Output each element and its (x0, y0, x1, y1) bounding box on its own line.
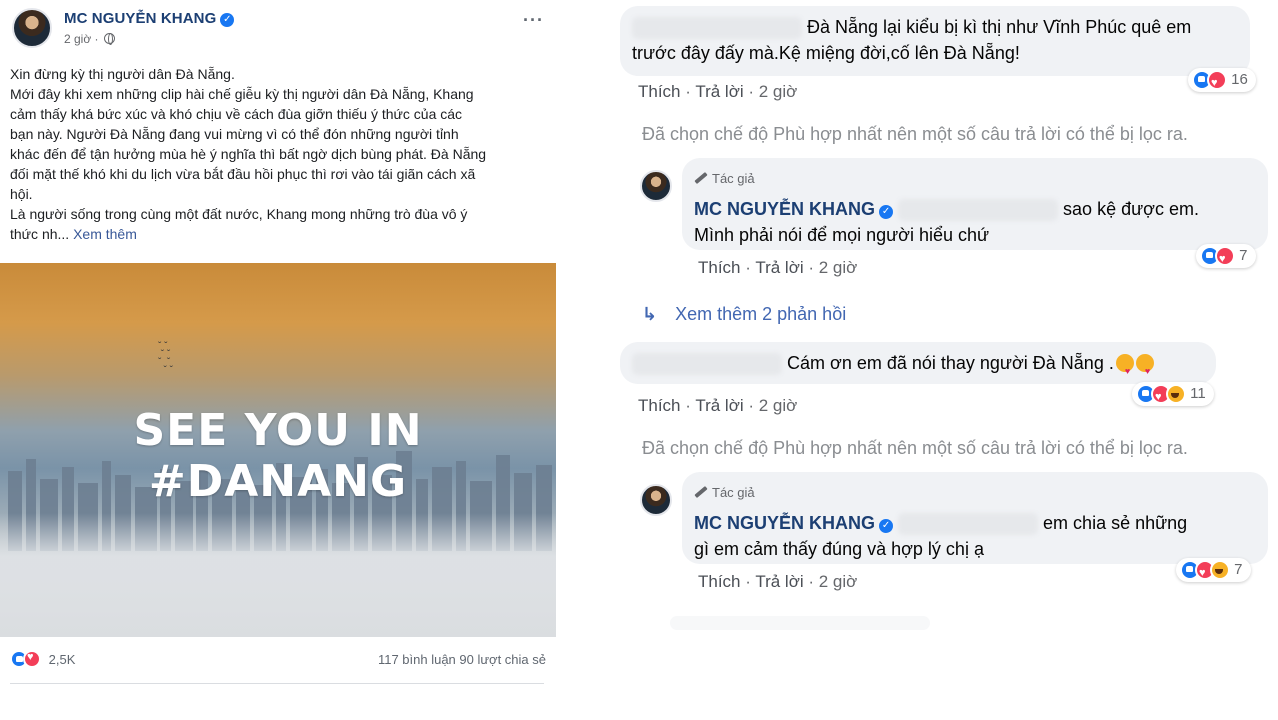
reaction-count: 7 (1234, 561, 1243, 578)
pen-icon (694, 171, 708, 185)
reply-bubble: Tác giả MC NGUYỄN KHANG ✓ sao kệ được em.… (682, 158, 1268, 250)
view-more-label[interactable]: Xem thêm 2 phản hồi (675, 304, 846, 324)
author-name-row[interactable]: MC NGUYỄN KHANG ✓ (64, 10, 235, 27)
reply-link[interactable]: Trả lời (755, 572, 803, 591)
comments-section: Đà Nẵng lại kiểu bị kì thị như Vĩnh Phúc… (620, 0, 1278, 720)
see-more-link[interactable]: Xem thêm (73, 226, 137, 242)
reply-actions: Thích · Trả lời · 2 giờ (698, 572, 858, 591)
author-tag: Tác giả (694, 166, 1256, 192)
filter-note: Đã chọn chế độ Phù hợp nhất nên một số c… (642, 438, 1188, 458)
reply-text: sao kệ được em. (1063, 199, 1199, 219)
heart-face-emoji-icon (1135, 354, 1154, 384)
reaction-count: 16 (1231, 71, 1248, 88)
blurred-name (632, 17, 802, 40)
author-name[interactable]: MC NGUYỄN KHANG (64, 10, 216, 27)
reply-author-name[interactable]: MC NGUYỄN KHANG (694, 513, 875, 533)
comment-bubble: Cám ơn em đã nói thay người Đà Nẵng . (620, 342, 1216, 384)
author-tag-label: Tác giả (712, 485, 755, 500)
reply-link[interactable]: Trả lời (755, 258, 803, 277)
reply-time[interactable]: 2 giờ (819, 258, 858, 277)
comment-text: Cám ơn em đã nói thay người Đà Nẵng . (787, 353, 1114, 373)
reply-bubble: Tác giả MC NGUYỄN KHANG ✓ em chia sẻ nhữn… (682, 472, 1268, 564)
blurred-mention (898, 513, 1039, 536)
verified-badge-icon: ✓ (879, 519, 894, 533)
birds-decoration: ˇ ˇ ˇ ˇˇ ˇ ˇ ˇ (158, 341, 173, 376)
post-line: bạn này. Người Đà Nẵng đang vui mừng vì … (10, 126, 459, 142)
globe-icon (103, 33, 115, 45)
haha-reaction-icon (1210, 560, 1230, 581)
post-card: MC NGUYỄN KHANG ✓ 2 giờ · ··· Xin đừng kỳ… (0, 0, 556, 720)
reply-text: gì em cảm thấy đúng và hợp lý chị ạ (694, 539, 984, 559)
comment-time[interactable]: 2 giờ (759, 396, 798, 415)
reply-author-name[interactable]: MC NGUYỄN KHANG (694, 199, 875, 219)
reply-link[interactable]: Trả lời (695, 396, 743, 415)
reply-time[interactable]: 2 giờ (819, 572, 858, 591)
comment-bubble: Đà Nẵng lại kiểu bị kì thị như Vĩnh Phúc… (620, 6, 1250, 76)
like-link[interactable]: Thích (638, 396, 681, 415)
comment-line-row: Đà Nẵng lại kiểu bị kì thị như Vĩnh Phúc… (632, 14, 1238, 40)
filter-note: Đã chọn chế độ Phù hợp nhất nên một số c… (642, 124, 1188, 144)
like-link[interactable]: Thích (698, 258, 741, 277)
view-more-replies[interactable]: ↳ Xem thêm 2 phản hồi (642, 304, 846, 325)
haha-reaction-icon (1166, 384, 1186, 405)
post-line: khác đến để tận hưởng mùa hè ý nghĩa thì… (10, 146, 487, 162)
love-reaction-icon (1207, 70, 1227, 95)
reply-reactions[interactable]: 7 (1196, 244, 1256, 271)
image-headline: SEE YOU IN #DANANG (133, 405, 423, 507)
author-avatar[interactable] (12, 8, 52, 48)
post-line: Mới đây khi xem những clip hài chế giễu … (10, 86, 474, 102)
pen-icon (694, 485, 708, 499)
blurred-mention (898, 199, 1059, 222)
blurred-name (632, 353, 782, 376)
post-footer: 2,5K 117 bình luận 90 lượt chia sẻ (10, 648, 546, 672)
reply-reactions[interactable]: 7 (1176, 558, 1251, 585)
post-image[interactable]: ˇ ˇ ˇ ˇˇ ˇ ˇ ˇ SEE YOU IN #DANANG (0, 263, 556, 637)
like-link[interactable]: Thích (638, 82, 681, 101)
post-body: Xin đừng kỳ thị người dân Đà Nẵng. Mới đ… (10, 64, 546, 244)
reply-line-row: MC NGUYỄN KHANG ✓ em chia sẻ những (694, 510, 1256, 536)
verified-badge-icon: ✓ (220, 13, 235, 27)
post-header: MC NGUYỄN KHANG ✓ 2 giờ · ··· (12, 8, 552, 54)
post-line-last: thức nh... Xem thêm (10, 224, 546, 244)
verified-badge-icon: ✓ (879, 205, 894, 219)
post-meta: 2 giờ · (64, 32, 115, 46)
author-tag: Tác giả (694, 480, 1256, 506)
comment-text: trước đây đấy mà.Kệ miệng đời,cố lên Đà … (632, 43, 1020, 63)
reply-link[interactable]: Trả lời (695, 82, 743, 101)
post-line: hội. (10, 186, 33, 202)
comment-reactions[interactable]: 11 (1132, 382, 1214, 409)
reply-avatar[interactable] (640, 170, 672, 202)
post-line: cảm thấy khá bức xúc và khó chịu về cách… (10, 106, 463, 122)
faded-comment-placeholder (670, 616, 930, 630)
reply-actions: Thích · Trả lời · 2 giờ (698, 258, 858, 277)
post-line: thức nh... (10, 226, 70, 242)
heart-face-emoji-icon (1115, 354, 1134, 384)
reaction-count: 2,5K (48, 651, 76, 667)
post-line: Là người sống trong cùng một đất nước, K… (10, 206, 468, 222)
comment-time[interactable]: 2 giờ (759, 82, 798, 101)
post-line: Xin đừng kỳ thị người dân Đà Nẵng. (10, 66, 235, 82)
more-options-icon[interactable]: ··· (523, 10, 544, 31)
reply-arrow-icon: ↳ (642, 304, 658, 324)
post-time[interactable]: 2 giờ · (64, 32, 99, 46)
author-tag-label: Tác giả (712, 171, 755, 186)
love-reaction-icon (1215, 246, 1235, 271)
reaction-count: 11 (1190, 385, 1206, 402)
reaction-count: 7 (1239, 247, 1248, 264)
reply-text: em chia sẻ những (1043, 513, 1188, 533)
comment-reactions[interactable]: 16 (1188, 68, 1256, 95)
post-line: đối mặt thế khó khi du lịch vừa bắt đầu … (10, 166, 476, 182)
footer-divider (10, 683, 544, 684)
comment-actions: Thích · Trả lời · 2 giờ (638, 396, 798, 415)
reply-avatar[interactable] (640, 484, 672, 516)
like-link[interactable]: Thích (698, 572, 741, 591)
comment-text: Đà Nẵng lại kiểu bị kì thị như Vĩnh Phúc… (807, 17, 1192, 37)
love-reaction-icon (23, 650, 41, 668)
reply-line-row: MC NGUYỄN KHANG ✓ sao kệ được em. (694, 196, 1256, 222)
comment-share-stats[interactable]: 117 bình luận 90 lượt chia sẻ (378, 652, 546, 667)
reply-text: Mình phải nói để mọi người hiểu chứ (694, 225, 990, 245)
fog-layer (0, 513, 556, 637)
post-reactions[interactable]: 2,5K (10, 650, 75, 668)
comment-actions: Thích · Trả lời · 2 giờ (638, 82, 798, 101)
